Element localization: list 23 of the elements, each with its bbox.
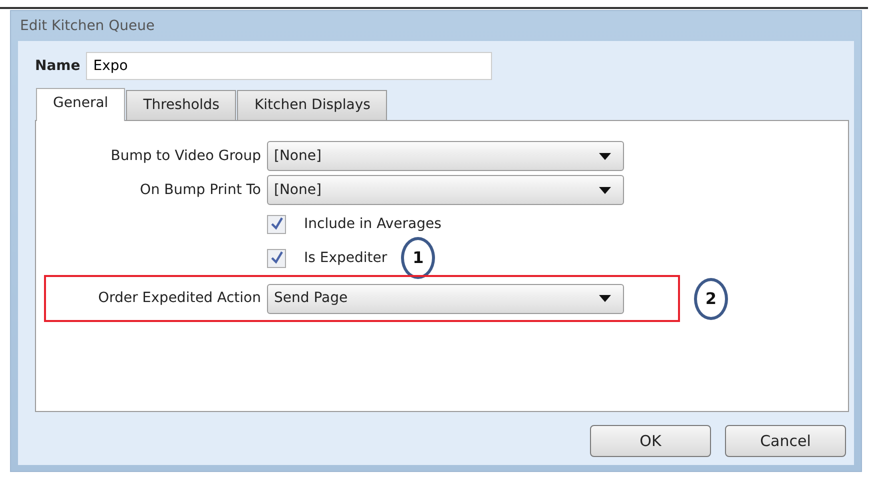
name-label: Name [35,56,80,76]
caret-icon [599,186,611,194]
checkbox-label: Is Expediter [304,248,388,268]
caret-icon [599,295,611,302]
dropdown[interactable]: Send Page [267,284,624,314]
callout-marker: 1 [401,237,436,279]
field-label: Bump to Video Group [110,146,261,166]
dropdown[interactable]: [None] [267,141,624,171]
dropdown[interactable]: [None] [267,175,624,205]
tab[interactable]: Thresholds [126,90,236,120]
checkbox[interactable] [267,248,286,268]
checkbox-label: Include in Averages [304,214,442,234]
field-label: On Bump Print To [138,180,261,200]
checkbox[interactable] [267,214,286,234]
name-field[interactable]: Expo [86,52,492,80]
callout-marker: 2 [694,278,728,320]
tab[interactable]: Kitchen Displays [237,90,388,120]
tab[interactable]: General [36,88,126,121]
cancel-button[interactable]: Cancel [725,425,846,457]
window-title: Edit Kitchen Queue [20,16,155,36]
ok-button[interactable]: OK [590,425,711,457]
caret-icon [599,152,611,160]
field-label: Order Expedited Action [97,289,261,308]
